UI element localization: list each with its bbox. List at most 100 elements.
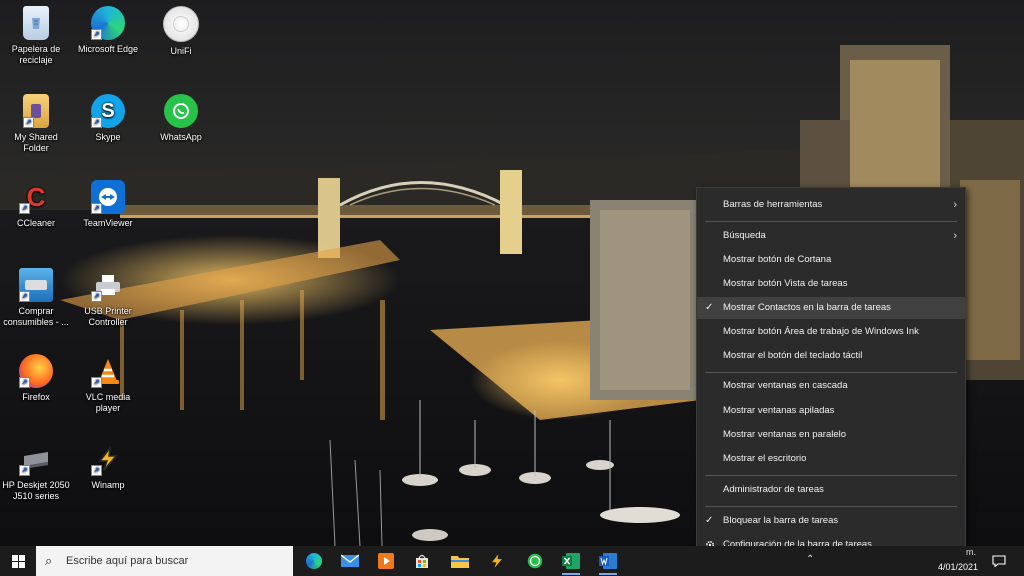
teamviewer-icon: ↗ <box>91 180 125 214</box>
taskbar-app-word[interactable] <box>594 549 622 575</box>
start-button[interactable] <box>0 546 36 576</box>
desktop-icon-label: Papelera de reciclaje <box>11 44 61 65</box>
taskbar-app-edge[interactable] <box>300 549 328 573</box>
taskbar-date: 4/01/2021 <box>937 562 979 572</box>
desktop-icon-hp-deskjet[interactable]: ↗ HP Deskjet 2050 J510 series <box>1 438 71 518</box>
menu-item-show-cortana-button[interactable]: Mostrar botón de Cortana <box>697 249 965 271</box>
desktop-icon-unifi[interactable]: UniFi <box>146 2 216 82</box>
running-indicator <box>562 573 580 575</box>
printer-icon: ↗ <box>91 268 125 302</box>
printer-supplies-icon: ↗ <box>19 268 53 302</box>
edge-icon: ↗ <box>91 6 125 40</box>
desktop-icon-label: USB Printer Controller <box>84 306 132 327</box>
shortcut-arrow-icon: ↗ <box>91 465 102 476</box>
menu-item-show-task-view-button[interactable]: Mostrar botón Vista de tareas <box>697 273 965 295</box>
menu-separator <box>705 372 957 373</box>
desktop-icon-teamviewer[interactable]: ↗ TeamViewer <box>73 176 143 256</box>
shortcut-arrow-icon: ↗ <box>19 291 30 302</box>
desktop-icon-label: Skype <box>95 132 121 142</box>
menu-item-label: Mostrar ventanas apiladas <box>723 405 835 416</box>
taskbar-app-store[interactable] <box>408 549 436 573</box>
desktop-icon-label: UniFi <box>170 46 192 56</box>
store-icon <box>416 554 428 568</box>
mail-icon <box>341 554 359 567</box>
menu-separator <box>705 506 957 507</box>
menu-item-label: Mostrar ventanas en cascada <box>723 380 848 391</box>
menu-item-label: Búsqueda <box>723 230 766 241</box>
menu-item-label: Mostrar el botón del teclado táctil <box>723 350 863 361</box>
desktop-icon-label: TeamViewer <box>83 218 133 228</box>
menu-item-stack-windows[interactable]: Mostrar ventanas apiladas <box>697 400 965 422</box>
shortcut-arrow-icon: ↗ <box>19 465 30 476</box>
shortcut-arrow-icon: ↗ <box>91 203 102 214</box>
menu-item-show-desktop[interactable]: Mostrar el escritorio <box>697 448 965 470</box>
menu-item-toolbars[interactable]: Barras de herramientas › <box>697 194 965 216</box>
chevron-right-icon: › <box>953 230 957 242</box>
taskbar-app-mail[interactable] <box>336 549 364 573</box>
checkmark-icon: ✓ <box>705 515 714 526</box>
recycle-bin-icon <box>23 6 49 40</box>
desktop-icon-vlc[interactable]: ↗ VLC media player <box>73 350 143 430</box>
menu-item-lock-taskbar[interactable]: ✓ Bloquear la barra de tareas <box>697 510 965 532</box>
desktop-icon-microsoft-edge[interactable]: ↗ Microsoft Edge <box>73 2 143 82</box>
firefox-icon: ↗ <box>19 354 53 388</box>
edge-icon <box>306 553 322 569</box>
taskbar-app-excel[interactable] <box>557 549 585 575</box>
menu-item-task-manager[interactable]: Administrador de tareas <box>697 479 965 501</box>
menu-item-search[interactable]: Búsqueda › <box>697 225 965 247</box>
taskbar-context-menu: Barras de herramientas › Búsqueda › Most… <box>696 187 966 564</box>
skype-icon: S ↗ <box>91 94 125 128</box>
desktop-icon-winamp[interactable]: ↗ Winamp <box>73 438 143 518</box>
menu-item-label: Mostrar Contactos en la barra de tareas <box>723 302 891 313</box>
chevron-right-icon: › <box>953 199 957 211</box>
taskbar-app-media-player[interactable] <box>372 549 400 573</box>
menu-item-show-people[interactable]: ✓ Mostrar Contactos en la barra de tarea… <box>697 297 965 319</box>
desktop-icon-label: CCleaner <box>16 218 56 228</box>
menu-item-label: Mostrar botón Vista de tareas <box>723 278 848 289</box>
desktop-icon-firefox[interactable]: ↗ Firefox <box>1 350 71 430</box>
excel-icon <box>562 553 580 569</box>
folder-icon: ↗ <box>23 94 49 128</box>
shortcut-arrow-icon: ↗ <box>91 377 102 388</box>
taskbar-app-whatsapp[interactable] <box>521 549 549 573</box>
menu-item-label: Administrador de tareas <box>723 484 824 495</box>
notification-center-icon[interactable] <box>992 554 1006 568</box>
desktop-icon-label: Comprar consumibles - ... <box>3 306 69 327</box>
menu-separator <box>705 221 957 222</box>
menu-item-side-by-side-windows[interactable]: Mostrar ventanas en paralelo <box>697 424 965 446</box>
taskbar-search-box[interactable]: ⌕ Escribe aquí para buscar <box>36 546 293 576</box>
menu-item-show-touch-keyboard-button[interactable]: Mostrar el botón del teclado táctil <box>697 345 965 367</box>
desktop-icon-shared-folder[interactable]: ↗ My Shared Folder <box>1 90 71 170</box>
desktop-icon-skype[interactable]: S ↗ Skype <box>73 90 143 170</box>
menu-item-label: Mostrar botón de Cortana <box>723 254 832 265</box>
desktop-icon-recycle-bin[interactable]: Papelera de reciclaje <box>1 2 71 82</box>
menu-item-label: Mostrar botón Área de trabajo de Windows… <box>723 326 919 337</box>
taskbar-clock[interactable]: 4/01/2021 <box>932 549 984 575</box>
winamp-icon: ↗ <box>91 442 125 476</box>
taskbar-app-file-explorer[interactable] <box>446 549 474 573</box>
menu-item-label: Mostrar el escritorio <box>723 453 807 464</box>
shortcut-arrow-icon: ↗ <box>19 377 30 388</box>
menu-separator <box>705 475 957 476</box>
shortcut-arrow-icon: ↗ <box>91 291 102 302</box>
desktop-icon-label: HP Deskjet 2050 J510 series <box>2 480 70 501</box>
menu-item-cascade-windows[interactable]: Mostrar ventanas en cascada <box>697 375 965 397</box>
desktop-icon-ccleaner[interactable]: C ↗ CCleaner <box>1 176 71 256</box>
tray-chevron-icon[interactable]: ⌃ <box>806 554 814 565</box>
menu-item-label: Barras de herramientas <box>723 199 823 210</box>
menu-item-label: Mostrar ventanas en paralelo <box>723 429 847 440</box>
media-player-icon <box>378 553 394 569</box>
desktop-icon-label: WhatsApp <box>160 132 202 142</box>
taskbar-app-winamp[interactable] <box>483 549 511 573</box>
winamp-icon <box>492 554 502 568</box>
shortcut-arrow-icon: ↗ <box>19 203 30 214</box>
menu-item-show-windows-ink-button[interactable]: Mostrar botón Área de trabajo de Windows… <box>697 321 965 343</box>
vlc-icon: ↗ <box>91 354 125 388</box>
desktop-icon-whatsapp[interactable]: WhatsApp <box>146 90 216 170</box>
desktop-icon-label: My Shared Folder <box>14 132 58 153</box>
running-indicator <box>599 573 617 575</box>
desktop-icon-printer-supplies[interactable]: ↗ Comprar consumibles - ... <box>1 264 71 344</box>
taskbar[interactable]: ⌕ Escribe aquí para buscar ⌃ m. 4/01/202… <box>0 546 1024 576</box>
word-icon <box>599 553 617 569</box>
desktop-icon-usb-printer-controller[interactable]: ↗ USB Printer Controller <box>73 264 143 344</box>
